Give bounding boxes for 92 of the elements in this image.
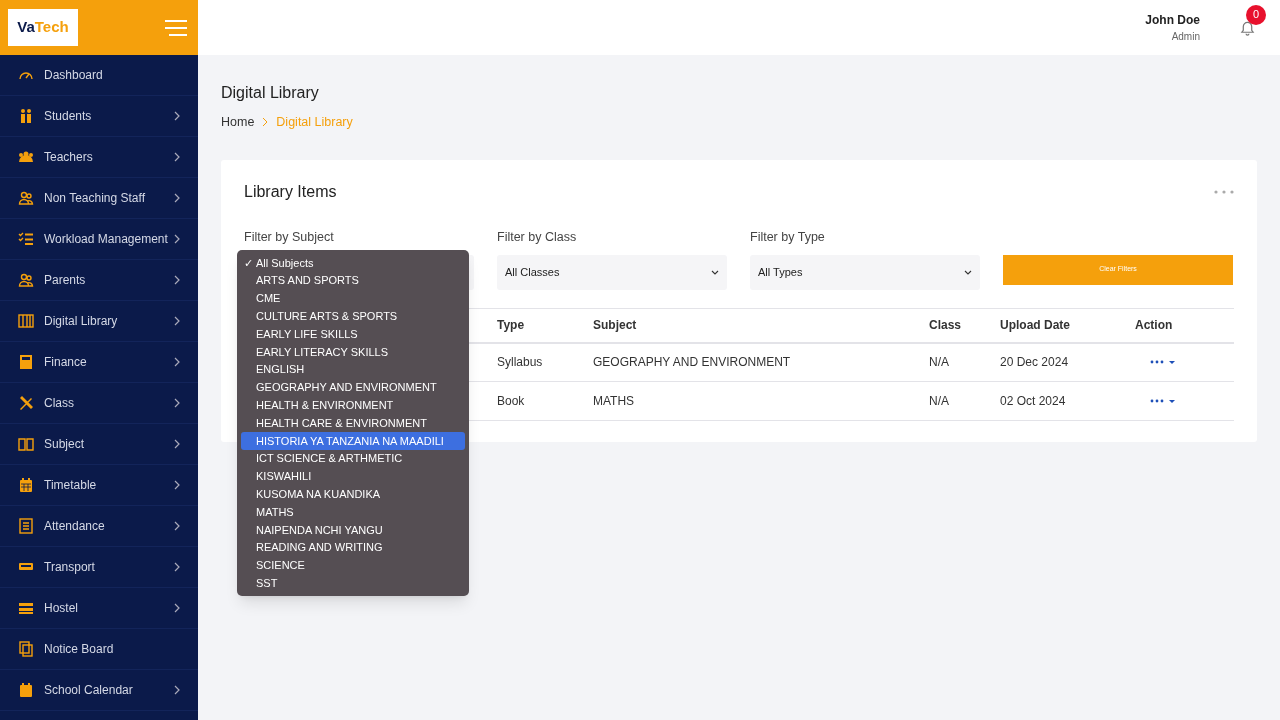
filter-label: Filter by Subject [244, 228, 335, 246]
logo: VaTech [8, 9, 78, 46]
sidebar-item[interactable]: Teachers [0, 137, 198, 178]
chevron-right-icon [174, 521, 180, 531]
dropdown-option[interactable]: READING AND WRITING [241, 538, 465, 557]
table-cell: GEOGRAPHY AND ENVIRONMENT [593, 355, 791, 370]
table-cell: Book [497, 394, 525, 408]
filter-label: Filter by Type [750, 228, 826, 246]
column-header: Type [497, 318, 525, 332]
dropdown-option[interactable]: SCIENCE [241, 556, 465, 575]
dropdown-option[interactable]: CULTURE ARTS & SPORTS [241, 307, 465, 326]
group-icon [18, 149, 34, 165]
chevron-right-icon [262, 117, 269, 128]
sidebar-item[interactable]: Notice Board [0, 629, 198, 670]
table-cell: 20 Dec 2024 [1000, 355, 1069, 370]
dropdown-option[interactable]: KUSOMA NA KUANDIKA [241, 485, 465, 504]
column-header: Subject [593, 318, 637, 332]
table-cell: MATHS [593, 394, 635, 408]
calendar-icon [18, 682, 34, 698]
dropdown-option[interactable]: HEALTH & ENVIRONMENT [241, 396, 465, 415]
users-icon [18, 272, 34, 288]
chevron-down-icon [711, 269, 719, 275]
dropdown-option[interactable]: SST [241, 574, 465, 593]
chevron-right-icon [174, 685, 180, 695]
chevron-right-icon [174, 234, 180, 244]
chevron-right-icon [174, 439, 180, 449]
table-cell: 02 Oct 2024 [1000, 394, 1066, 408]
sidebar-item[interactable]: Hostel [0, 588, 198, 629]
dropdown-option[interactable]: GEOGRAPHY AND ENVIRONMENT [241, 378, 465, 397]
dropdown-option[interactable]: KISWAHILI [241, 467, 465, 486]
dropdown-option[interactable]: EARLY LITERACY SKILLS [241, 343, 465, 361]
page-title: Digital Library [221, 83, 320, 103]
clipboard-icon [18, 518, 34, 534]
chevron-right-icon [174, 193, 180, 203]
checklist-icon [18, 231, 34, 247]
dropdown-option[interactable]: CME [241, 289, 465, 308]
chevron-right-icon [174, 111, 180, 121]
table-cell: Syllabus [497, 355, 543, 370]
sidebar-item[interactable]: Students [0, 96, 198, 137]
table-cell: N/A [929, 394, 949, 408]
breadcrumb-link[interactable]: Home [221, 113, 255, 132]
dropdown-option[interactable]: NAIPENDA NCHI YANGU [241, 520, 465, 539]
documents-icon [18, 641, 34, 657]
sidebar-item[interactable]: Dashboard [0, 55, 198, 96]
notification-count: 0 [1246, 4, 1266, 25]
calendar-icon [18, 477, 34, 493]
select-field[interactable]: All Types [750, 254, 980, 290]
chevron-right-icon [174, 152, 180, 162]
card-title: Library Items [244, 181, 337, 202]
sidebar-item[interactable]: Transport [0, 547, 198, 588]
users-icon [18, 190, 34, 206]
book-icon [18, 436, 34, 452]
user-name: John Doe [1145, 12, 1200, 29]
actions-menu-icon[interactable] [1150, 398, 1176, 404]
table-cell: N/A [929, 355, 949, 370]
dropdown-option[interactable]: HISTORIA YA TANZANIA NA MAADILI [241, 431, 465, 450]
dropdown-option[interactable]: ENGLISH [241, 360, 465, 379]
bell-icon[interactable] [1240, 20, 1255, 36]
chevron-right-icon [174, 275, 180, 285]
sidebar-item[interactable]: Attendance [0, 506, 198, 547]
sidebar-item[interactable]: Digital Library [0, 301, 198, 342]
column-header: Action [1135, 318, 1173, 332]
dropdown-option[interactable]: HEALTH CARE & ENVIRONMENT [241, 414, 465, 432]
sidebar-item[interactable]: Parents [0, 260, 198, 301]
calculator-icon [18, 354, 34, 370]
sidebar-item[interactable]: Subject [0, 424, 198, 465]
select-field[interactable]: All Classes [497, 254, 727, 290]
sidebar-item[interactable]: Class [0, 383, 198, 424]
chevron-right-icon [174, 562, 180, 572]
chevron-right-icon [174, 398, 180, 408]
sidebar-item[interactable]: Non Teaching Staff [0, 178, 198, 219]
people-icon [18, 108, 34, 124]
chevron-right-icon [174, 316, 180, 326]
column-header: Class [929, 318, 962, 332]
column-header: Upload Date [1000, 318, 1070, 332]
chevron-right-icon [174, 603, 180, 613]
sidebar-item[interactable]: School Calendar [0, 670, 198, 711]
dropdown-option[interactable]: ARTS AND SPORTS [241, 271, 465, 290]
sidebar-item[interactable]: Timetable [0, 465, 198, 506]
filter-label: Filter by Class [497, 228, 578, 246]
dropdown-option[interactable]: EARLY LIFE SKILLS [241, 325, 465, 343]
actions-menu-icon[interactable] [1150, 359, 1176, 366]
user-role: Admin [1171, 30, 1200, 44]
chevron-right-icon [174, 480, 180, 490]
dropdown-option[interactable]: ICT SCIENCE & ARTHMETIC [241, 449, 465, 468]
sidebar-item[interactable]: Finance [0, 342, 198, 383]
chevron-down-icon [964, 269, 972, 275]
check-mark: ✓ [243, 255, 254, 271]
sidebar-item[interactable]: Workload Management [0, 219, 198, 260]
chevron-right-icon [174, 357, 180, 367]
dropdown-option[interactable]: MATHS [241, 503, 465, 521]
dropdown-option[interactable]: ✓ All Subjects [241, 254, 465, 272]
